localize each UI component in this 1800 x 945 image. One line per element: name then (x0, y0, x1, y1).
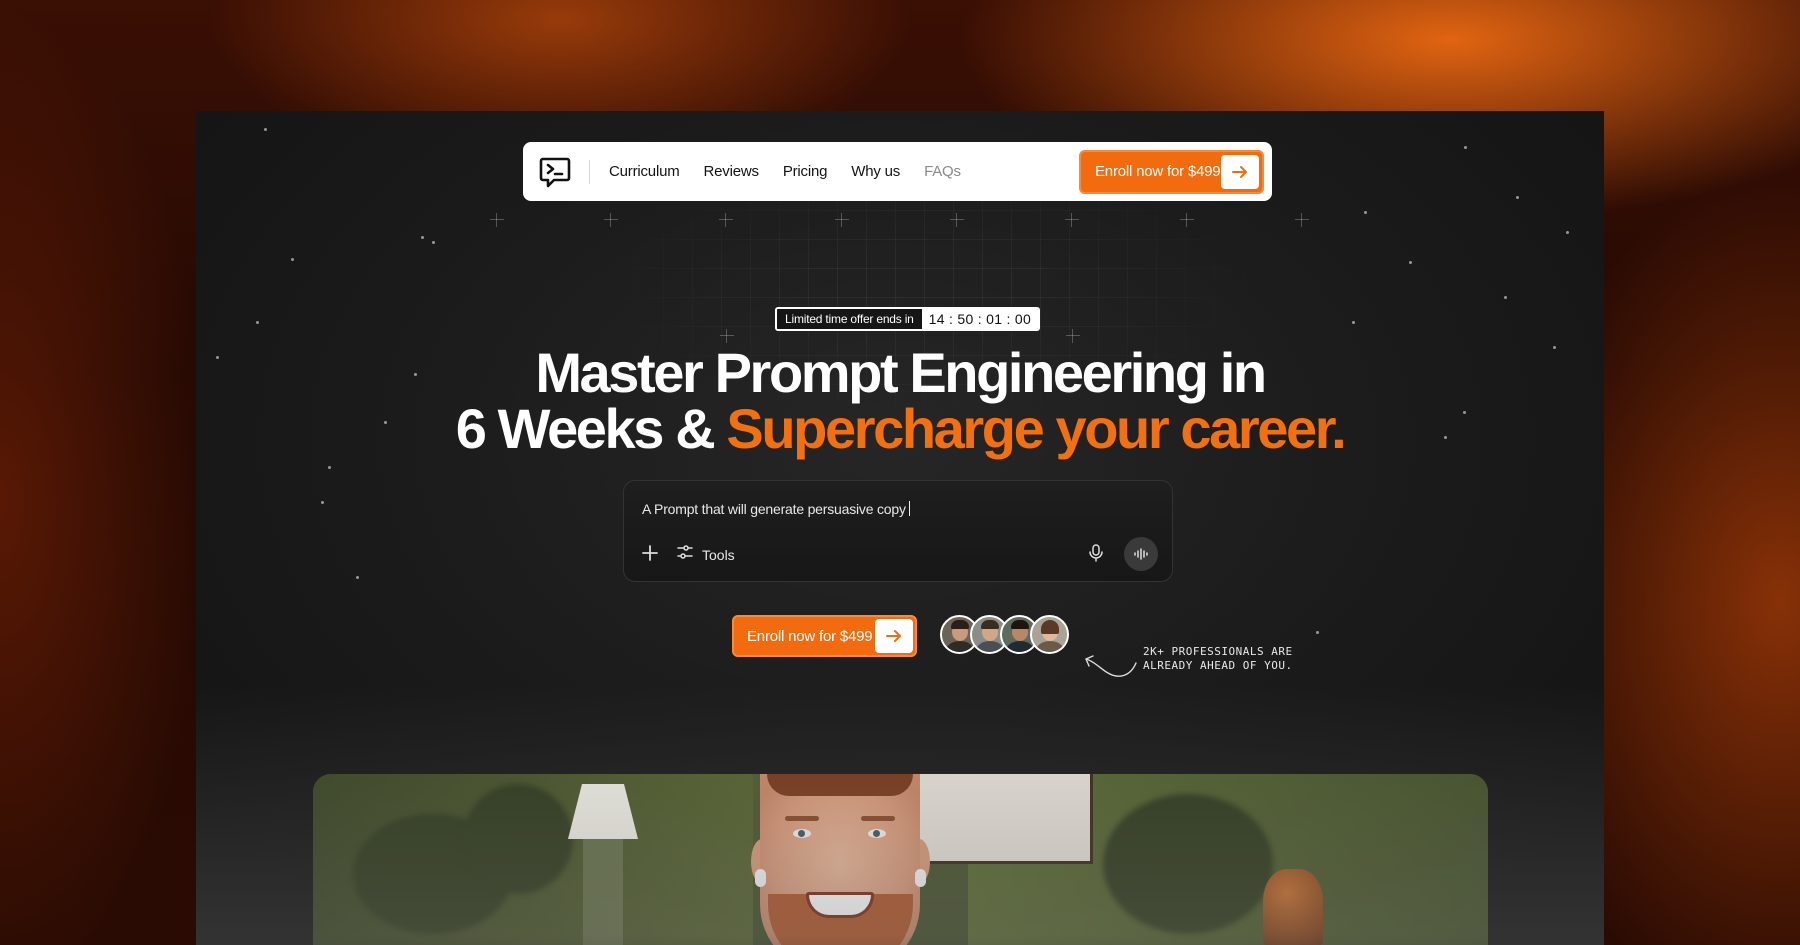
star-dot (321, 501, 324, 504)
star-dot (1316, 631, 1319, 634)
star-dot (256, 321, 259, 324)
prompt-chat-icon[interactable] (537, 154, 573, 190)
nav-enroll-button[interactable]: Enroll now for $499 (1079, 149, 1264, 194)
curved-arrow-icon (1085, 655, 1137, 677)
star-dot (1464, 146, 1467, 149)
arrow-right-icon (1221, 154, 1259, 189)
star-dot (1566, 231, 1569, 234)
sliders-icon (676, 543, 694, 566)
earbud (915, 869, 926, 887)
voice-waveform-icon[interactable] (1124, 537, 1158, 571)
nav-link-reviews[interactable]: Reviews (704, 163, 759, 180)
eye (868, 829, 886, 838)
star-dot (421, 236, 424, 239)
hero-enroll-label: Enroll now for $499 (747, 627, 873, 645)
nav-divider (589, 159, 590, 184)
star-dot (1516, 196, 1519, 199)
plus-marker (490, 213, 504, 227)
nav-link-pricing[interactable]: Pricing (783, 163, 828, 180)
hero-enroll-button[interactable]: Enroll now for $499 (732, 615, 917, 657)
plus-icon[interactable] (640, 543, 660, 563)
plus-marker (604, 213, 618, 227)
plus-marker (1065, 213, 1079, 227)
plus-marker (950, 213, 964, 227)
nav-link-curriculum[interactable]: Curriculum (609, 163, 680, 180)
avatar (1030, 615, 1069, 654)
nav-enroll-label: Enroll now for $499 (1095, 163, 1221, 180)
star-dot (1352, 321, 1355, 324)
student-avatars (940, 615, 1069, 654)
star-dot (1364, 211, 1367, 214)
star-dot (328, 466, 331, 469)
headline-accent: Supercharge your career. (726, 397, 1346, 460)
plus-marker (835, 213, 849, 227)
plant (1103, 794, 1273, 934)
tools-label: Tools (702, 546, 735, 563)
arrow-right-icon (875, 619, 913, 653)
star-dot (1504, 296, 1507, 299)
wall-art (913, 774, 1093, 864)
eye (793, 829, 811, 838)
star-dot (432, 241, 435, 244)
landing-page: Curriculum Reviews Pricing Why us FAQs E… (196, 111, 1604, 945)
plus-marker (719, 213, 733, 227)
headline-line-2: 6 Weeks & (455, 397, 727, 460)
eyebrow (861, 816, 895, 821)
earbud (755, 869, 766, 887)
plus-marker (1295, 213, 1309, 227)
headline-line-1: Master Prompt Engineering in (535, 341, 1267, 404)
tools-button[interactable]: Tools (676, 543, 735, 566)
plus-marker (1180, 213, 1194, 227)
social-proof-note: 2k+ Professionals are already ahead of y… (1143, 645, 1293, 673)
eyebrow (785, 816, 819, 821)
social-proof-line-2: already ahead of you. (1143, 659, 1293, 672)
social-proof-line-1: 2k+ Professionals are (1143, 645, 1293, 658)
offer-badge: Limited time offer ends in 14 : 50 : 01 … (775, 307, 1041, 331)
nav-link-why-us[interactable]: Why us (851, 163, 900, 180)
offer-label: Limited time offer ends in (777, 309, 922, 329)
prompt-input-box[interactable]: A Prompt that will generate persuasive c… (623, 480, 1173, 582)
lamp (583, 839, 623, 945)
hero-video-preview[interactable] (313, 774, 1488, 945)
hero-headline: Master Prompt Engineering in 6 Weeks & S… (196, 345, 1604, 457)
nav-link-faqs[interactable]: FAQs (924, 163, 961, 180)
microphone-icon[interactable] (1086, 543, 1106, 563)
prompt-input[interactable]: A Prompt that will generate persuasive c… (642, 501, 910, 517)
nav-links: Curriculum Reviews Pricing Why us FAQs (609, 163, 1079, 180)
star-dot (356, 576, 359, 579)
star-dot (291, 258, 294, 261)
instructor-hair (767, 774, 913, 796)
top-nav: Curriculum Reviews Pricing Why us FAQs E… (523, 142, 1272, 201)
plant (463, 784, 573, 894)
star-dot (1409, 261, 1412, 264)
countdown-timer: 14 : 50 : 01 : 00 (921, 309, 1039, 329)
star-dot (264, 128, 267, 131)
